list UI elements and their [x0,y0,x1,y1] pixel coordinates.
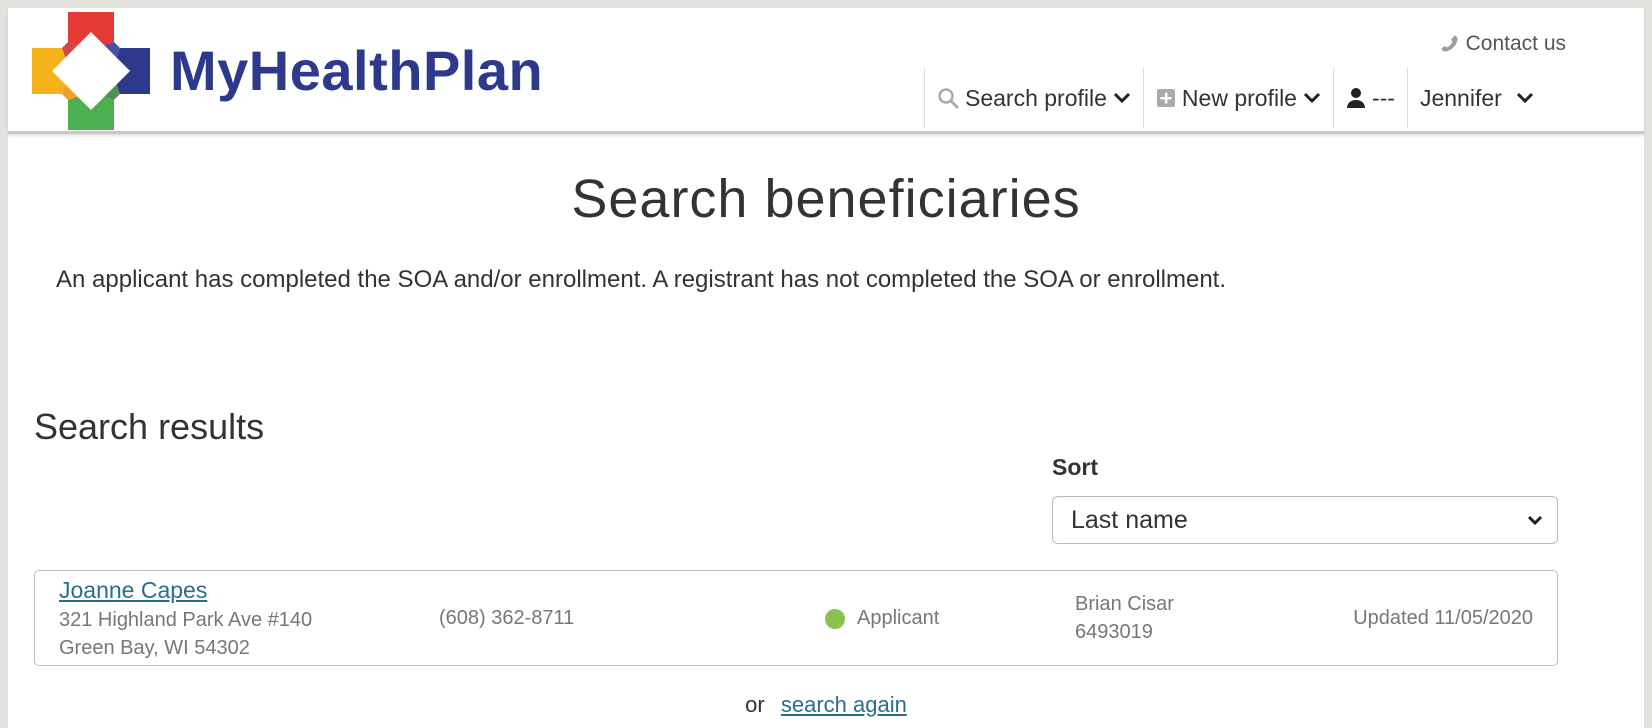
phone-icon [1441,35,1458,52]
contact-link[interactable]: Contact us [1440,32,1566,56]
chevron-down-icon [1516,92,1533,104]
brand-name[interactable]: MyHealthPlan [170,38,543,103]
status-badge: Applicant [825,607,939,630]
user-status-item[interactable]: --- [1332,68,1407,128]
user-name: Jennifer [1419,84,1502,111]
phone-number: (608) 362-8711 [439,607,575,629]
app-frame: MyHealthPlan Contact us Search profile N… [8,8,1644,728]
plus-square-icon [1156,89,1175,107]
address-line1: 321 Highland Park Ave #140 [59,609,313,631]
results-heading: Search results [34,406,265,447]
search-icon [938,88,959,109]
sort-select[interactable]: Last name [1052,496,1558,544]
chevron-down-icon [1303,92,1321,104]
search-profile-label: Search profile [965,84,1107,111]
new-profile-menu[interactable]: New profile [1142,68,1333,128]
result-card: Joanne Capes 321 Highland Park Ave #140 … [34,570,1558,666]
page-title: Search beneficiaries [571,169,1081,229]
sort-label: Sort [1052,454,1098,480]
user-status-label: --- [1371,84,1395,111]
user-icon [1346,88,1365,108]
logo-cross-icon[interactable] [32,12,150,130]
intro-text: An applicant has completed the SOA and/o… [56,266,1227,293]
agent-name: Brian Cisar [1075,593,1174,615]
search-again-link[interactable]: search again [781,692,907,717]
search-profile-menu[interactable]: Search profile [924,68,1143,128]
chevron-down-icon [1113,92,1130,104]
updated-date: Updated 11/05/2020 [1353,607,1533,629]
chevron-down-icon [1527,515,1543,525]
top-nav: Search profile New profile --- Jennifer [924,68,1546,128]
agent-id: 6493019 [1075,621,1153,643]
address-line2: Green Bay, WI 54302 [59,637,250,659]
contact-label: Contact us [1465,32,1566,55]
new-profile-label: New profile [1181,84,1297,111]
beneficiary-name-link[interactable]: Joanne Capes [59,577,207,604]
search-again-line: or search again [8,692,1644,718]
site-header: MyHealthPlan Contact us Search profile N… [8,8,1644,134]
user-menu[interactable]: Jennifer [1406,68,1546,128]
footer-prefix: or [745,692,765,717]
sort-selected-value: Last name [1071,505,1188,534]
status-dot-icon [825,608,845,629]
status-label: Applicant [857,607,940,629]
